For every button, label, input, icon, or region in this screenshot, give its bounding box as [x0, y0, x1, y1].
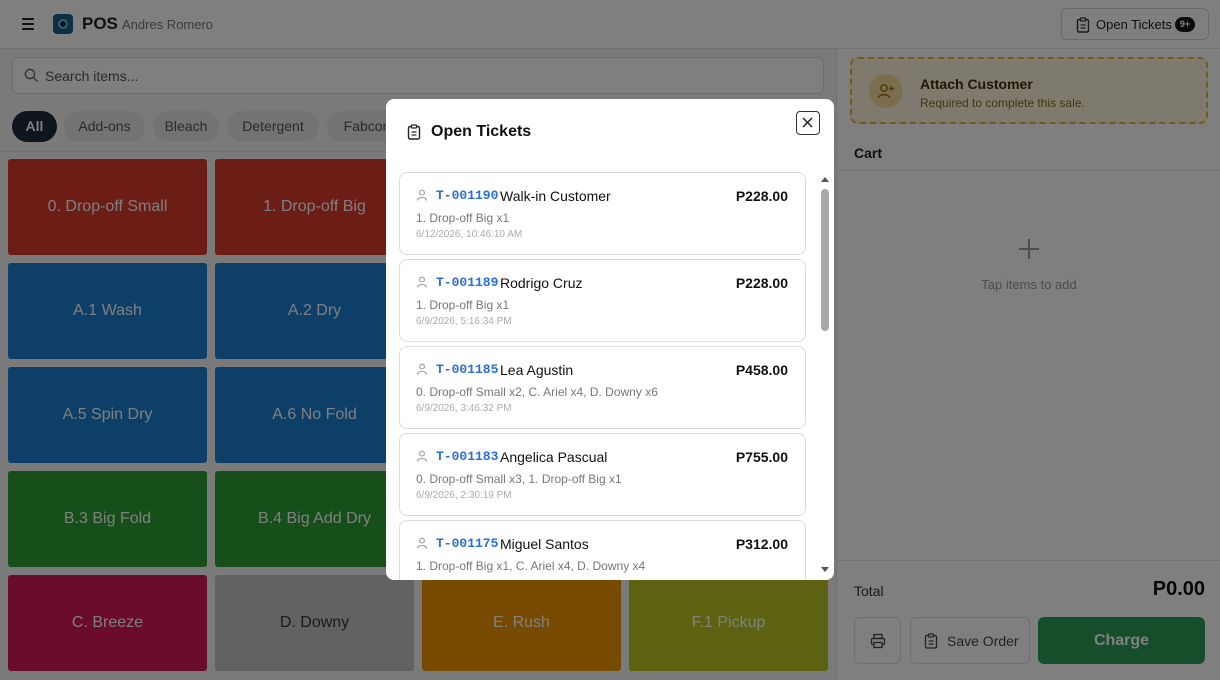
- ticket-card[interactable]: T-001175 Miguel Santos P312.00 1. Drop-o…: [399, 520, 806, 580]
- ticket-card[interactable]: T-001183 Angelica Pascual P755.00 0. Dro…: [399, 433, 806, 516]
- ticket-items: 1. Drop-off Big x1, C. Ariel x4, D. Down…: [416, 559, 646, 573]
- ticket-card[interactable]: T-001189 Rodrigo Cruz P228.00 1. Drop-of…: [399, 259, 806, 342]
- ticket-amount: P458.00: [735, 362, 788, 378]
- ticket-time: 6/12/2026, 10:46:10 AM: [416, 229, 523, 240]
- user-icon: [416, 537, 428, 549]
- clipboard-icon: [407, 124, 421, 140]
- ticket-items: 1. Drop-off Big x1: [416, 298, 510, 312]
- scrollbar[interactable]: [819, 175, 832, 575]
- ticket-amount: P228.00: [735, 188, 788, 204]
- ticket-card[interactable]: T-001190 Walk-in Customer P228.00 1. Dro…: [399, 172, 806, 255]
- ticket-list[interactable]: T-001190 Walk-in Customer P228.00 1. Dro…: [399, 172, 806, 580]
- ticket-customer: Walk-in Customer: [500, 188, 611, 204]
- user-icon: [416, 189, 428, 201]
- ticket-amount: P228.00: [735, 275, 788, 291]
- ticket-amount: P312.00: [735, 536, 788, 552]
- ticket-time: 6/9/2026, 2:30:19 PM: [416, 490, 512, 501]
- scroll-up-arrow[interactable]: [821, 177, 829, 182]
- ticket-id: T-001190: [436, 188, 499, 203]
- close-button[interactable]: [796, 111, 820, 135]
- ticket-card[interactable]: T-001185 Lea Agustin P458.00 0. Drop-off…: [399, 346, 806, 429]
- ticket-time: 6/9/2026, 3:46:32 PM: [416, 403, 512, 414]
- modal-title: Open Tickets: [431, 123, 532, 140]
- user-icon: [416, 276, 428, 288]
- ticket-items: 0. Drop-off Small x3, 1. Drop-off Big x1: [416, 472, 622, 486]
- ticket-items: 0. Drop-off Small x2, C. Ariel x4, D. Do…: [416, 385, 658, 399]
- ticket-id: T-001175: [436, 536, 499, 551]
- ticket-items: 1. Drop-off Big x1: [416, 211, 510, 225]
- user-icon: [416, 450, 428, 462]
- ticket-customer: Lea Agustin: [500, 362, 574, 378]
- open-tickets-modal: Open Tickets T-001190 Walk-in Customer P…: [386, 99, 834, 580]
- scroll-down-arrow[interactable]: [821, 567, 829, 572]
- ticket-id: T-001185: [436, 362, 499, 377]
- ticket-id: T-001189: [436, 275, 499, 290]
- user-icon: [416, 363, 428, 375]
- ticket-amount: P755.00: [735, 449, 788, 465]
- ticket-id: T-001183: [436, 449, 499, 464]
- close-icon: [802, 117, 813, 128]
- ticket-customer: Miguel Santos: [500, 536, 589, 552]
- scrollbar-thumb[interactable]: [821, 189, 829, 331]
- ticket-customer: Rodrigo Cruz: [500, 275, 583, 291]
- ticket-customer: Angelica Pascual: [500, 449, 608, 465]
- ticket-time: 6/9/2026, 5:16:34 PM: [416, 316, 512, 327]
